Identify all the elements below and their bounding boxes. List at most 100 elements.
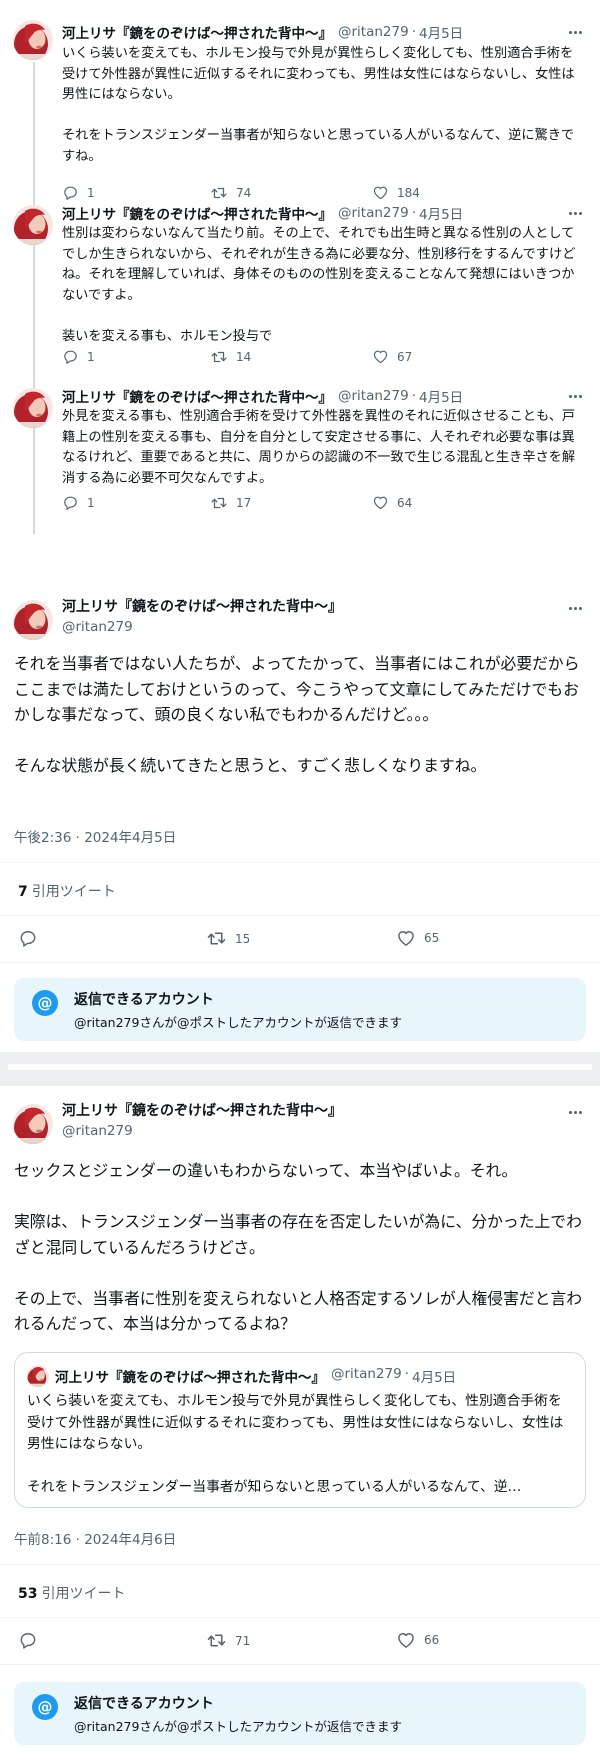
tweet-text: セックスとジェンダーの違いもわからないって、本当やばいよ。それ。 実際は、トラン… bbox=[14, 1161, 583, 1333]
like-count: 184 bbox=[397, 185, 420, 200]
tweet-header: 河上リサ『鏡をのぞけば〜押された背中〜』 @ritan279 · 4月5日 bbox=[62, 22, 463, 42]
reply-button[interactable] bbox=[18, 1630, 38, 1650]
quote-tweets-link[interactable]: 7 引用ツイート bbox=[18, 881, 116, 901]
divider bbox=[0, 1664, 600, 1665]
like-count: 66 bbox=[424, 1633, 440, 1647]
display-name[interactable]: 河上リサ『鏡をのぞけば〜押された背中〜』 bbox=[62, 1101, 342, 1121]
tweet-header: 河上リサ『鏡をのぞけば〜押された背中〜』 @ritan279 · 4月5日 bbox=[62, 386, 463, 406]
retweet-icon bbox=[206, 1630, 227, 1651]
retweet-icon bbox=[210, 494, 228, 512]
like-count: 67 bbox=[397, 349, 413, 364]
like-button[interactable]: 64 bbox=[372, 494, 412, 511]
reply-button[interactable]: 1 bbox=[62, 348, 95, 365]
focused-tweet-panel: 河上リサ『鏡をのぞけば〜押された背中〜』 @ritan279 セックスとジェンダ… bbox=[0, 1086, 600, 1763]
retweet-count: 17 bbox=[236, 496, 252, 510]
user-handle[interactable]: @ritan279 bbox=[62, 617, 342, 637]
reply-count: 1 bbox=[87, 495, 95, 510]
user-handle[interactable]: @ritan279 bbox=[338, 205, 409, 221]
retweet-button[interactable]: 14 bbox=[210, 348, 251, 366]
quoted-tweet-text: いくら装いを変えても、ホルモン投与で外見が異性らしく変化しても、性別適合手術を受… bbox=[27, 1393, 564, 1495]
avatar[interactable] bbox=[13, 1104, 53, 1144]
reply-restriction-text: @ritan279さんが@ポストしたアカウントが返信できます bbox=[74, 1015, 402, 1030]
avatar[interactable] bbox=[13, 20, 53, 60]
avatar[interactable] bbox=[13, 205, 53, 245]
thread-tweet[interactable]: 河上リサ『鏡をのぞけば〜押された背中〜』 @ritan279 · 4月5日 性別… bbox=[0, 205, 600, 388]
retweet-count: 14 bbox=[236, 350, 252, 364]
retweet-button[interactable]: 74 bbox=[210, 184, 251, 202]
tweet-actions: 1 14 67 bbox=[62, 348, 482, 366]
avatar[interactable] bbox=[13, 600, 53, 640]
retweet-button[interactable]: 17 bbox=[210, 494, 251, 512]
tweet-timestamp[interactable]: 午前8:16 · 2024年4月6日 bbox=[14, 1528, 176, 1548]
divider bbox=[0, 962, 600, 963]
quoted-tweet-header: 河上リサ『鏡をのぞけば〜押された背中〜』 @ritan279 · 4月5日 bbox=[55, 1366, 456, 1386]
quote-count: 7 bbox=[18, 884, 28, 900]
retweet-count: 74 bbox=[236, 186, 252, 200]
tweet-date[interactable]: 4月5日 bbox=[419, 22, 463, 42]
more-icon[interactable] bbox=[564, 387, 586, 405]
reply-icon bbox=[18, 928, 38, 948]
display-name: 河上リサ『鏡をのぞけば〜押された背中〜』 bbox=[55, 1370, 325, 1386]
like-button[interactable]: 184 bbox=[372, 184, 420, 201]
tweet-date[interactable]: 4月5日 bbox=[419, 386, 463, 406]
user-handle[interactable]: @ritan279 bbox=[62, 1121, 342, 1141]
tweet-actions: 71 66 bbox=[18, 1630, 578, 1652]
reply-icon bbox=[62, 494, 79, 511]
display-name[interactable]: 河上リサ『鏡をのぞけば〜押された背中〜』 bbox=[62, 386, 332, 406]
reply-restriction-title: 返信できるアカウント bbox=[74, 1696, 214, 1712]
reply-icon bbox=[62, 184, 79, 201]
tweet-text: いくら装いを変えても、ホルモン投与で外見が異性らしく変化しても、性別適合手術を受… bbox=[62, 46, 575, 164]
display-name[interactable]: 河上リサ『鏡をのぞけば〜押された背中〜』 bbox=[62, 203, 332, 223]
more-icon[interactable] bbox=[564, 204, 586, 222]
avatar[interactable] bbox=[13, 388, 53, 428]
tweet-text: 性別は変わらないなんて当たり前。その上で、それでも出生時と異なる性別の人としてで… bbox=[62, 226, 576, 344]
reply-button[interactable]: 1 bbox=[62, 184, 95, 201]
like-count: 64 bbox=[397, 495, 413, 510]
reply-icon bbox=[18, 1630, 38, 1650]
user-handle[interactable]: @ritan279 bbox=[338, 24, 409, 40]
tweet-actions: 1 17 64 bbox=[62, 494, 482, 512]
like-icon bbox=[372, 348, 389, 365]
retweet-button[interactable]: 71 bbox=[206, 1630, 250, 1651]
divider bbox=[0, 915, 600, 916]
retweet-icon bbox=[206, 928, 227, 949]
quote-tweets-link[interactable]: 53 引用ツイート bbox=[18, 1583, 125, 1603]
more-icon[interactable] bbox=[564, 599, 586, 617]
thread-tweet[interactable]: 河上リサ『鏡をのぞけば〜押された背中〜』 @ritan279 · 4月5日 いく… bbox=[0, 0, 600, 205]
at-icon: @ bbox=[32, 1694, 58, 1720]
tweet-actions: 1 74 184 bbox=[62, 184, 482, 202]
tweet-timestamp[interactable]: 午後2:36 · 2024年4月5日 bbox=[14, 826, 176, 846]
separator-dot: · bbox=[411, 205, 416, 221]
reply-count: 1 bbox=[87, 349, 95, 364]
reply-button[interactable]: 1 bbox=[62, 494, 95, 511]
tweet-header: 河上リサ『鏡をのぞけば〜押された背中〜』 @ritan279 · 4月5日 bbox=[62, 203, 463, 223]
more-icon[interactable] bbox=[564, 1103, 586, 1121]
focused-tweet: 河上リサ『鏡をのぞけば〜押された背中〜』 @ritan279 それを当事者ではな… bbox=[0, 592, 600, 1052]
like-count: 65 bbox=[424, 931, 440, 945]
like-icon bbox=[372, 184, 389, 201]
reply-restriction-notice: @ 返信できるアカウント @ritan279さんが@ポストしたアカウントが返信で… bbox=[14, 978, 586, 1041]
retweet-button[interactable]: 15 bbox=[206, 928, 250, 949]
at-icon: @ bbox=[32, 990, 58, 1016]
user-handle[interactable]: @ritan279 bbox=[338, 388, 409, 404]
display-name[interactable]: 河上リサ『鏡をのぞけば〜押された背中〜』 bbox=[62, 597, 342, 617]
reply-button[interactable] bbox=[18, 928, 38, 948]
quoted-tweet[interactable]: 河上リサ『鏡をのぞけば〜押された背中〜』 @ritan279 · 4月5日 いく… bbox=[14, 1352, 586, 1508]
display-name[interactable]: 河上リサ『鏡をのぞけば〜押された背中〜』 bbox=[62, 22, 332, 42]
quote-label: 引用ツイート bbox=[41, 1586, 126, 1602]
like-icon bbox=[372, 494, 389, 511]
quote-count: 53 bbox=[18, 1586, 38, 1602]
reply-restriction-title: 返信できるアカウント bbox=[74, 992, 214, 1008]
like-icon bbox=[396, 1630, 416, 1650]
thread-tweet[interactable]: 河上リサ『鏡をのぞけば〜押された背中〜』 @ritan279 · 4月5日 外見… bbox=[0, 388, 600, 548]
separator-dot: · bbox=[411, 388, 416, 404]
retweet-count: 15 bbox=[235, 931, 251, 946]
divider bbox=[0, 862, 600, 863]
retweet-count: 71 bbox=[235, 1633, 251, 1648]
like-button[interactable]: 67 bbox=[372, 348, 412, 365]
like-button[interactable]: 65 bbox=[396, 928, 439, 948]
tweet-thread-panel: 河上リサ『鏡をのぞけば〜押された背中〜』 @ritan279 · 4月5日 いく… bbox=[0, 0, 600, 1052]
more-icon[interactable] bbox=[564, 23, 586, 41]
like-button[interactable]: 66 bbox=[396, 1630, 439, 1650]
tweet-date[interactable]: 4月5日 bbox=[419, 203, 463, 223]
